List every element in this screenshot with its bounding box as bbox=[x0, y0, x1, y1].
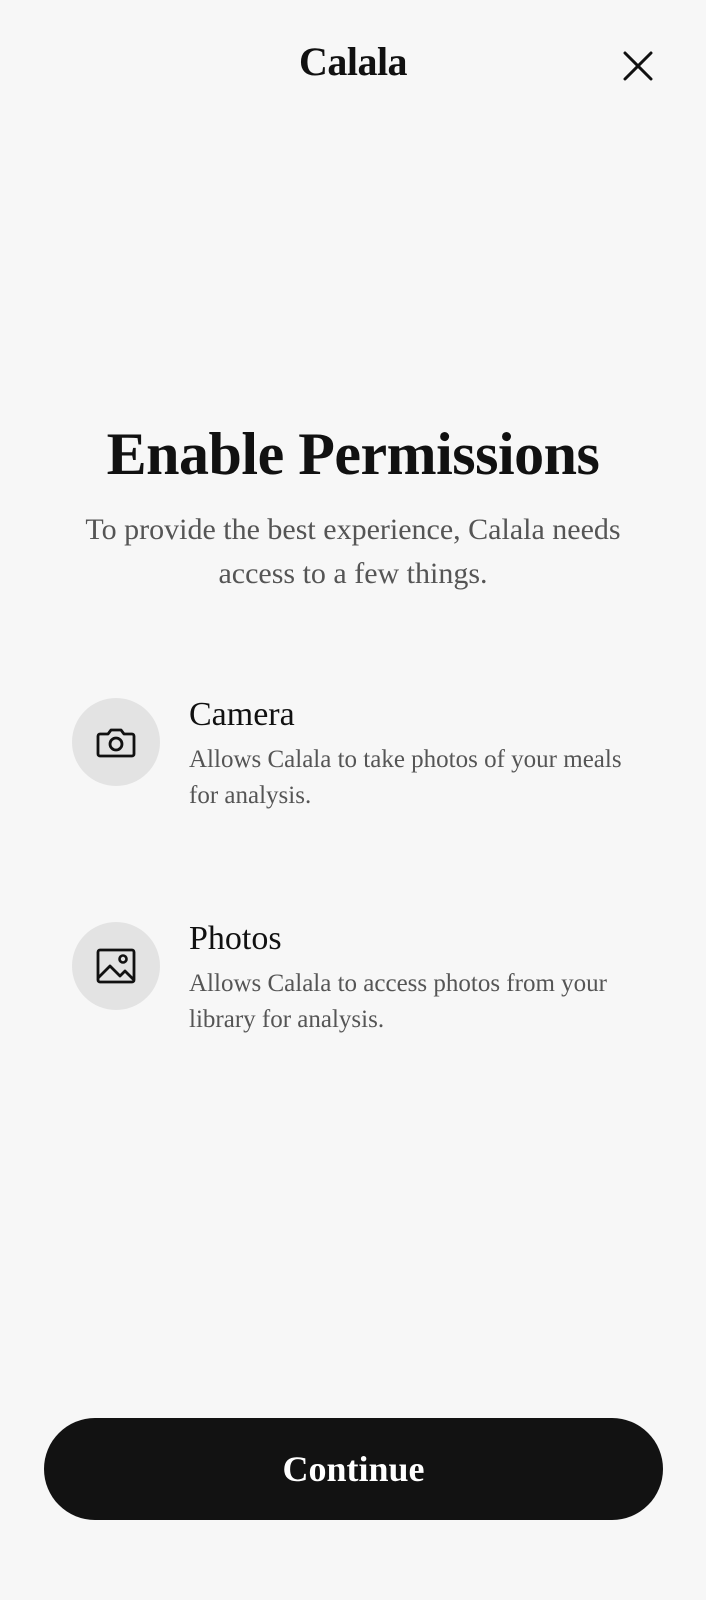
page-subtitle: To provide the best experience, Calala n… bbox=[85, 513, 621, 590]
permission-text: Photos Allows Calala to access photos fr… bbox=[189, 918, 629, 1038]
app-title: Calala bbox=[298, 39, 408, 84]
image-icon-circle bbox=[72, 922, 160, 1010]
close-icon bbox=[623, 51, 653, 81]
permission-description: Allows Calala to take photos of your mea… bbox=[189, 746, 622, 809]
page-title: Enable Permissions bbox=[106, 421, 600, 487]
camera-icon bbox=[96, 728, 136, 758]
header: Calala bbox=[0, 0, 706, 130]
permission-description: Allows Calala to access photos from your… bbox=[189, 970, 607, 1033]
camera-icon-circle bbox=[72, 698, 160, 786]
permission-title: Photos bbox=[189, 920, 282, 957]
continue-button[interactable]: Continue bbox=[44, 1418, 663, 1520]
permission-title: Camera bbox=[189, 696, 295, 733]
image-icon bbox=[96, 948, 136, 984]
permission-text: Camera Allows Calala to take photos of y… bbox=[189, 694, 629, 814]
close-button[interactable] bbox=[616, 44, 660, 88]
